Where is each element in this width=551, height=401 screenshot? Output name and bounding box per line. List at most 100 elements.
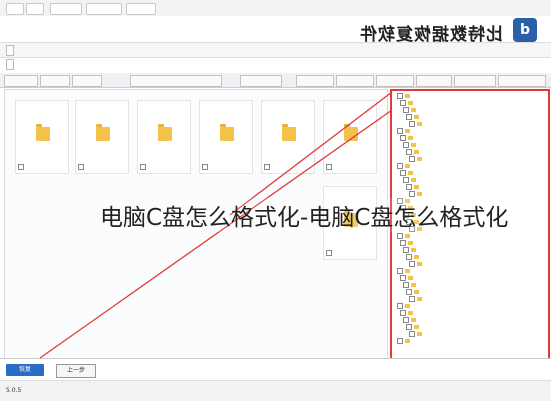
tree-checkbox[interactable] <box>409 296 415 302</box>
tree-checkbox[interactable] <box>406 289 412 295</box>
toolbar-button-2[interactable] <box>6 59 14 70</box>
tree-item[interactable] <box>395 170 545 177</box>
strip-item-2[interactable] <box>26 3 44 15</box>
tile-checkbox[interactable] <box>264 164 270 170</box>
tree-checkbox[interactable] <box>397 128 403 134</box>
folder-icon <box>282 124 296 141</box>
tree-checkbox[interactable] <box>397 268 403 274</box>
tree-checkbox[interactable] <box>403 177 409 183</box>
tab-7[interactable] <box>336 75 374 87</box>
tree-item[interactable] <box>395 100 545 107</box>
tile-checkbox[interactable] <box>18 164 24 170</box>
tree-checkbox[interactable] <box>397 233 403 239</box>
tree-checkbox[interactable] <box>409 191 415 197</box>
tab-4[interactable] <box>130 75 222 87</box>
tree-item[interactable] <box>395 163 545 170</box>
tile-checkbox[interactable] <box>202 164 208 170</box>
tree-checkbox[interactable] <box>403 247 409 253</box>
tree-item[interactable] <box>395 142 545 149</box>
tree-checkbox[interactable] <box>409 156 415 162</box>
tree-item[interactable] <box>395 233 545 240</box>
tree-checkbox[interactable] <box>406 184 412 190</box>
folder-icon <box>405 234 410 238</box>
tree-item[interactable] <box>395 135 545 142</box>
tree-item[interactable] <box>395 93 545 100</box>
tree-checkbox[interactable] <box>403 142 409 148</box>
file-tile[interactable] <box>75 100 129 174</box>
tree-checkbox[interactable] <box>400 135 406 141</box>
tree-item[interactable] <box>395 254 545 261</box>
strip-item-3[interactable] <box>50 3 82 15</box>
tree-item[interactable] <box>395 268 545 275</box>
tree-checkbox[interactable] <box>406 324 412 330</box>
tree-item[interactable] <box>395 303 545 310</box>
tree-checkbox[interactable] <box>406 254 412 260</box>
tree-item[interactable] <box>395 324 545 331</box>
tree-checkbox[interactable] <box>403 317 409 323</box>
tab-9[interactable] <box>416 75 452 87</box>
file-tile[interactable] <box>137 100 191 174</box>
tree-item[interactable] <box>395 331 545 338</box>
tree-item[interactable] <box>395 177 545 184</box>
tree-checkbox[interactable] <box>397 93 403 99</box>
tree-item[interactable] <box>395 191 545 198</box>
previous-step-button[interactable]: 上一步 <box>56 364 96 378</box>
tree-checkbox[interactable] <box>409 261 415 267</box>
tree-checkbox[interactable] <box>400 240 406 246</box>
tree-checkbox[interactable] <box>397 303 403 309</box>
tile-checkbox[interactable] <box>78 164 84 170</box>
tree-checkbox[interactable] <box>400 170 406 176</box>
tab-2[interactable] <box>40 75 70 87</box>
folder-icon <box>405 269 410 273</box>
strip-item-4[interactable] <box>86 3 122 15</box>
tile-checkbox[interactable] <box>140 164 146 170</box>
tree-item[interactable] <box>395 240 545 247</box>
version-label: 5.0.5 <box>6 387 22 394</box>
tree-checkbox[interactable] <box>409 121 415 127</box>
tree-item[interactable] <box>395 310 545 317</box>
tree-checkbox[interactable] <box>400 275 406 281</box>
tree-item[interactable] <box>395 107 545 114</box>
strip-item-5[interactable] <box>126 3 156 15</box>
tree-item[interactable] <box>395 289 545 296</box>
file-tile[interactable] <box>261 100 315 174</box>
tab-11[interactable] <box>498 75 546 87</box>
tree-checkbox[interactable] <box>403 107 409 113</box>
tree-checkbox[interactable] <box>397 338 403 344</box>
tree-item[interactable] <box>395 149 545 156</box>
tree-checkbox[interactable] <box>406 114 412 120</box>
strip-item-1[interactable] <box>6 3 24 15</box>
tree-item[interactable] <box>395 317 545 324</box>
tile-checkbox[interactable] <box>326 164 332 170</box>
tree-item[interactable] <box>395 114 545 121</box>
tree-checkbox[interactable] <box>400 310 406 316</box>
tab-5[interactable] <box>240 75 282 87</box>
tree-checkbox[interactable] <box>406 149 412 155</box>
file-tile[interactable] <box>323 100 377 174</box>
file-tile[interactable] <box>15 100 69 174</box>
tab-3[interactable] <box>72 75 102 87</box>
tree-item[interactable] <box>395 128 545 135</box>
tree-checkbox[interactable] <box>409 331 415 337</box>
tree-item[interactable] <box>395 261 545 268</box>
tree-item[interactable] <box>395 247 545 254</box>
tab-6[interactable] <box>296 75 334 87</box>
tree-item[interactable] <box>395 296 545 303</box>
tree-item[interactable] <box>395 156 545 163</box>
tree-item[interactable] <box>395 121 545 128</box>
tree-checkbox[interactable] <box>397 163 403 169</box>
tab-1[interactable] <box>4 75 38 87</box>
recover-button[interactable]: 恢复 <box>6 364 44 376</box>
tree-item[interactable] <box>395 275 545 282</box>
file-tile[interactable] <box>199 100 253 174</box>
tree-item[interactable] <box>395 338 545 345</box>
tree-item[interactable] <box>395 184 545 191</box>
info-line-1 <box>28 57 548 64</box>
toolbar-button-1[interactable] <box>6 45 14 56</box>
tree-item[interactable] <box>395 282 545 289</box>
tree-checkbox[interactable] <box>403 282 409 288</box>
tree-checkbox[interactable] <box>400 100 406 106</box>
tile-checkbox[interactable] <box>326 250 332 256</box>
tab-8[interactable] <box>376 75 414 87</box>
tab-10[interactable] <box>454 75 496 87</box>
